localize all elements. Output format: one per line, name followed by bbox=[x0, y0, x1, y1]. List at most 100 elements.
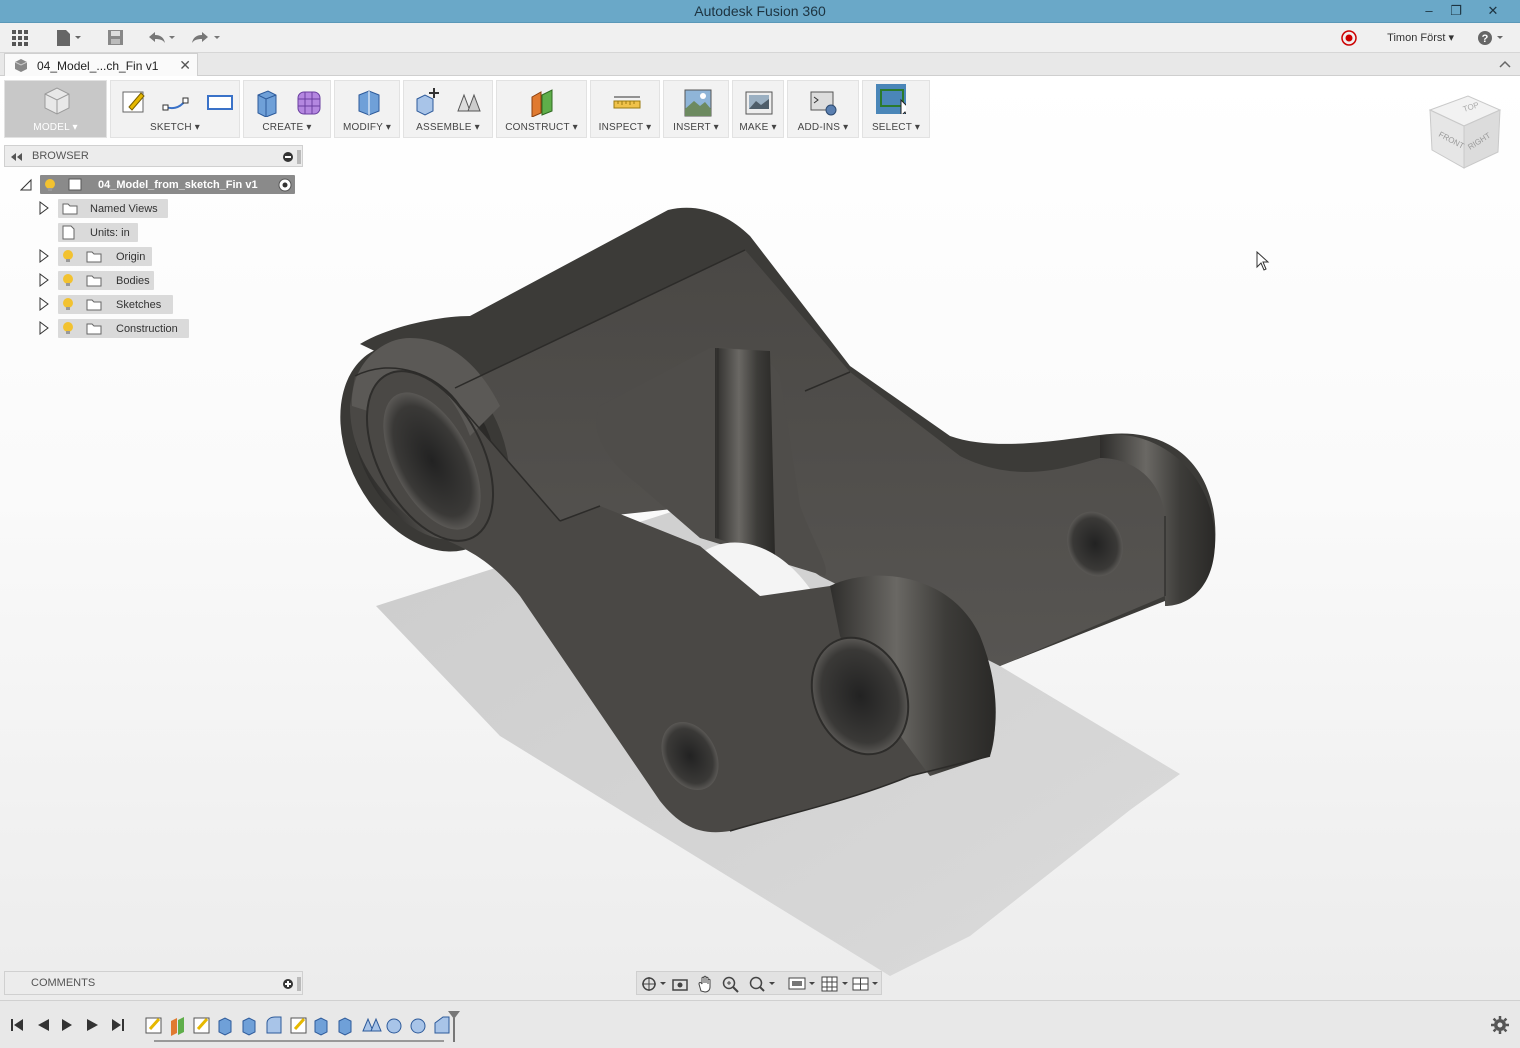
expand-triangle-icon[interactable] bbox=[38, 297, 50, 311]
record-icon[interactable] bbox=[1340, 29, 1358, 51]
visibility-bulb-icon[interactable] bbox=[62, 321, 74, 335]
close-tab-button[interactable]: ✕ bbox=[179, 57, 191, 74]
collapse-panel-icon[interactable] bbox=[10, 152, 24, 162]
timeline-marker-icon[interactable] bbox=[448, 1011, 460, 1042]
pan-hand-icon[interactable] bbox=[695, 974, 715, 994]
timeline-feature-mirror-icon[interactable] bbox=[362, 1017, 382, 1032]
timeline-feature-extrude-icon[interactable] bbox=[314, 1017, 328, 1036]
activate-radio-icon[interactable] bbox=[278, 178, 292, 192]
view-cube[interactable]: TOP FRONT RIGHT bbox=[1420, 88, 1510, 178]
toolbar-group-inspect[interactable]: INSPECT ▾ bbox=[590, 80, 660, 138]
workspace-model-button[interactable]: MODEL ▾ bbox=[4, 80, 107, 138]
timeline-feature-fillet-icon[interactable] bbox=[386, 1018, 402, 1034]
step-forward-icon[interactable] bbox=[87, 1019, 98, 1031]
tree-item-units[interactable]: Units: in bbox=[58, 223, 178, 243]
create-sketch-icon[interactable] bbox=[119, 87, 149, 117]
toolbar-group-assemble[interactable]: ASSEMBLE ▾ bbox=[403, 80, 493, 138]
collapse-triangle-icon[interactable] bbox=[20, 178, 32, 192]
skip-to-end-icon[interactable] bbox=[112, 1019, 124, 1031]
orbit-icon[interactable] bbox=[640, 975, 666, 993]
expand-triangle-icon[interactable] bbox=[38, 273, 50, 287]
new-component-icon[interactable] bbox=[412, 87, 442, 117]
comments-panel-header[interactable]: COMMENTS bbox=[4, 971, 303, 995]
display-settings-icon[interactable] bbox=[787, 975, 817, 993]
timeline-feature-chamfer-icon[interactable] bbox=[434, 1016, 450, 1034]
timeline-feature-fillet-icon[interactable] bbox=[410, 1018, 426, 1034]
toolbar-group-sketch[interactable]: SKETCH ▾ bbox=[110, 80, 240, 138]
step-back-icon[interactable] bbox=[38, 1019, 49, 1031]
toolbar-group-insert[interactable]: INSERT ▾ bbox=[663, 80, 729, 138]
minimize-button[interactable]: – bbox=[1414, 1, 1444, 21]
skip-to-start-icon[interactable] bbox=[11, 1019, 23, 1031]
add-comment-icon[interactable] bbox=[282, 978, 294, 990]
toolbar-group-construct[interactable]: CONSTRUCT ▾ bbox=[496, 80, 587, 138]
viewports-icon[interactable] bbox=[851, 975, 881, 993]
grid-snaps-icon[interactable] bbox=[820, 975, 850, 993]
press-pull-icon[interactable] bbox=[353, 87, 383, 117]
render-make-icon[interactable] bbox=[743, 87, 773, 117]
timeline-feature-extrude-icon[interactable] bbox=[218, 1017, 232, 1036]
data-panel-grid-icon[interactable] bbox=[10, 27, 32, 49]
folder-icon bbox=[86, 299, 102, 311]
offset-plane-icon[interactable] bbox=[527, 87, 557, 117]
tree-item-bodies[interactable]: Bodies bbox=[38, 271, 178, 291]
measure-icon[interactable] bbox=[611, 87, 641, 117]
toolbar-group-select[interactable]: SELECT ▾ bbox=[862, 80, 930, 138]
help-icon[interactable]: ? bbox=[1476, 29, 1506, 51]
toolbar-group-modify[interactable]: MODIFY ▾ bbox=[334, 80, 400, 138]
zoom-icon[interactable] bbox=[721, 975, 741, 993]
timeline-feature-sketch-icon[interactable] bbox=[145, 1017, 162, 1034]
visibility-bulb-icon[interactable] bbox=[62, 273, 74, 287]
redo-icon[interactable] bbox=[188, 27, 222, 49]
tree-root-row[interactable]: 04_Model_from_sketch_Fin v1 bbox=[20, 175, 300, 195]
tree-item-sketches[interactable]: Sketches bbox=[38, 295, 178, 315]
panel-grip-icon[interactable] bbox=[297, 150, 301, 164]
timeline-feature-sketch-icon[interactable] bbox=[193, 1017, 210, 1034]
expand-triangle-icon[interactable] bbox=[38, 321, 50, 335]
timeline-settings-gear-icon[interactable] bbox=[1491, 1016, 1509, 1034]
canvas-viewport[interactable] bbox=[0, 76, 1520, 1000]
undo-icon[interactable] bbox=[145, 27, 179, 49]
look-at-icon[interactable] bbox=[670, 975, 690, 993]
play-icon[interactable] bbox=[62, 1019, 72, 1031]
extrude-icon[interactable] bbox=[252, 87, 282, 117]
tree-root-pill[interactable]: 04_Model_from_sketch_Fin v1 bbox=[40, 175, 295, 194]
rectangle-tool-icon[interactable] bbox=[205, 87, 235, 117]
timeline-feature-extrude-icon[interactable] bbox=[242, 1017, 256, 1036]
panel-grip-icon[interactable] bbox=[297, 977, 301, 991]
timeline-feature-sketch-icon[interactable] bbox=[290, 1017, 307, 1034]
visibility-bulb-icon[interactable] bbox=[62, 297, 74, 311]
timeline-feature-extrude-icon[interactable] bbox=[338, 1017, 352, 1036]
toolbar-group-create[interactable]: CREATE ▾ bbox=[243, 80, 331, 138]
close-window-button[interactable]: ✕ bbox=[1478, 1, 1508, 21]
toolbar-group-add-ins[interactable]: ADD-INS ▾ bbox=[787, 80, 859, 138]
line-tool-icon[interactable] bbox=[161, 87, 191, 117]
select-icon[interactable] bbox=[876, 84, 906, 114]
joint-icon[interactable] bbox=[454, 87, 484, 117]
save-icon[interactable] bbox=[105, 27, 127, 49]
scripts-addins-icon[interactable] bbox=[808, 87, 838, 117]
timeline-feature-fillet-icon[interactable] bbox=[266, 1016, 282, 1034]
tree-item-label: Named Views bbox=[90, 203, 158, 215]
fit-zoom-window-icon[interactable] bbox=[747, 975, 777, 993]
tree-item-named-views[interactable]: Named Views bbox=[38, 199, 178, 219]
chevron-up-icon[interactable] bbox=[1498, 58, 1512, 70]
expand-triangle-icon[interactable] bbox=[38, 249, 50, 263]
tree-item-construction[interactable]: Construction bbox=[38, 319, 198, 339]
visibility-bulb-icon[interactable] bbox=[62, 249, 74, 263]
toolbar-group-make[interactable]: MAKE ▾ bbox=[732, 80, 784, 138]
user-account-menu[interactable]: Timon Först ▾ bbox=[1387, 31, 1454, 44]
insert-canvas-icon[interactable] bbox=[682, 87, 712, 117]
timeline-feature-plane-icon[interactable] bbox=[171, 1017, 184, 1036]
visibility-bulb-icon[interactable] bbox=[44, 178, 56, 192]
document-tab[interactable]: 04_Model_...ch_Fin v1 ✕ bbox=[4, 53, 198, 76]
tree-item-origin[interactable]: Origin bbox=[38, 247, 178, 267]
form-tool-icon[interactable] bbox=[294, 87, 324, 117]
restore-button[interactable]: ❐ bbox=[1441, 1, 1471, 21]
expand-triangle-icon[interactable] bbox=[38, 201, 50, 215]
browser-panel-header[interactable]: BROWSER bbox=[4, 145, 303, 167]
file-menu-icon[interactable] bbox=[54, 27, 84, 49]
timeline-features[interactable] bbox=[144, 1009, 464, 1045]
minus-icon[interactable] bbox=[282, 151, 294, 163]
component-icon bbox=[14, 59, 28, 72]
